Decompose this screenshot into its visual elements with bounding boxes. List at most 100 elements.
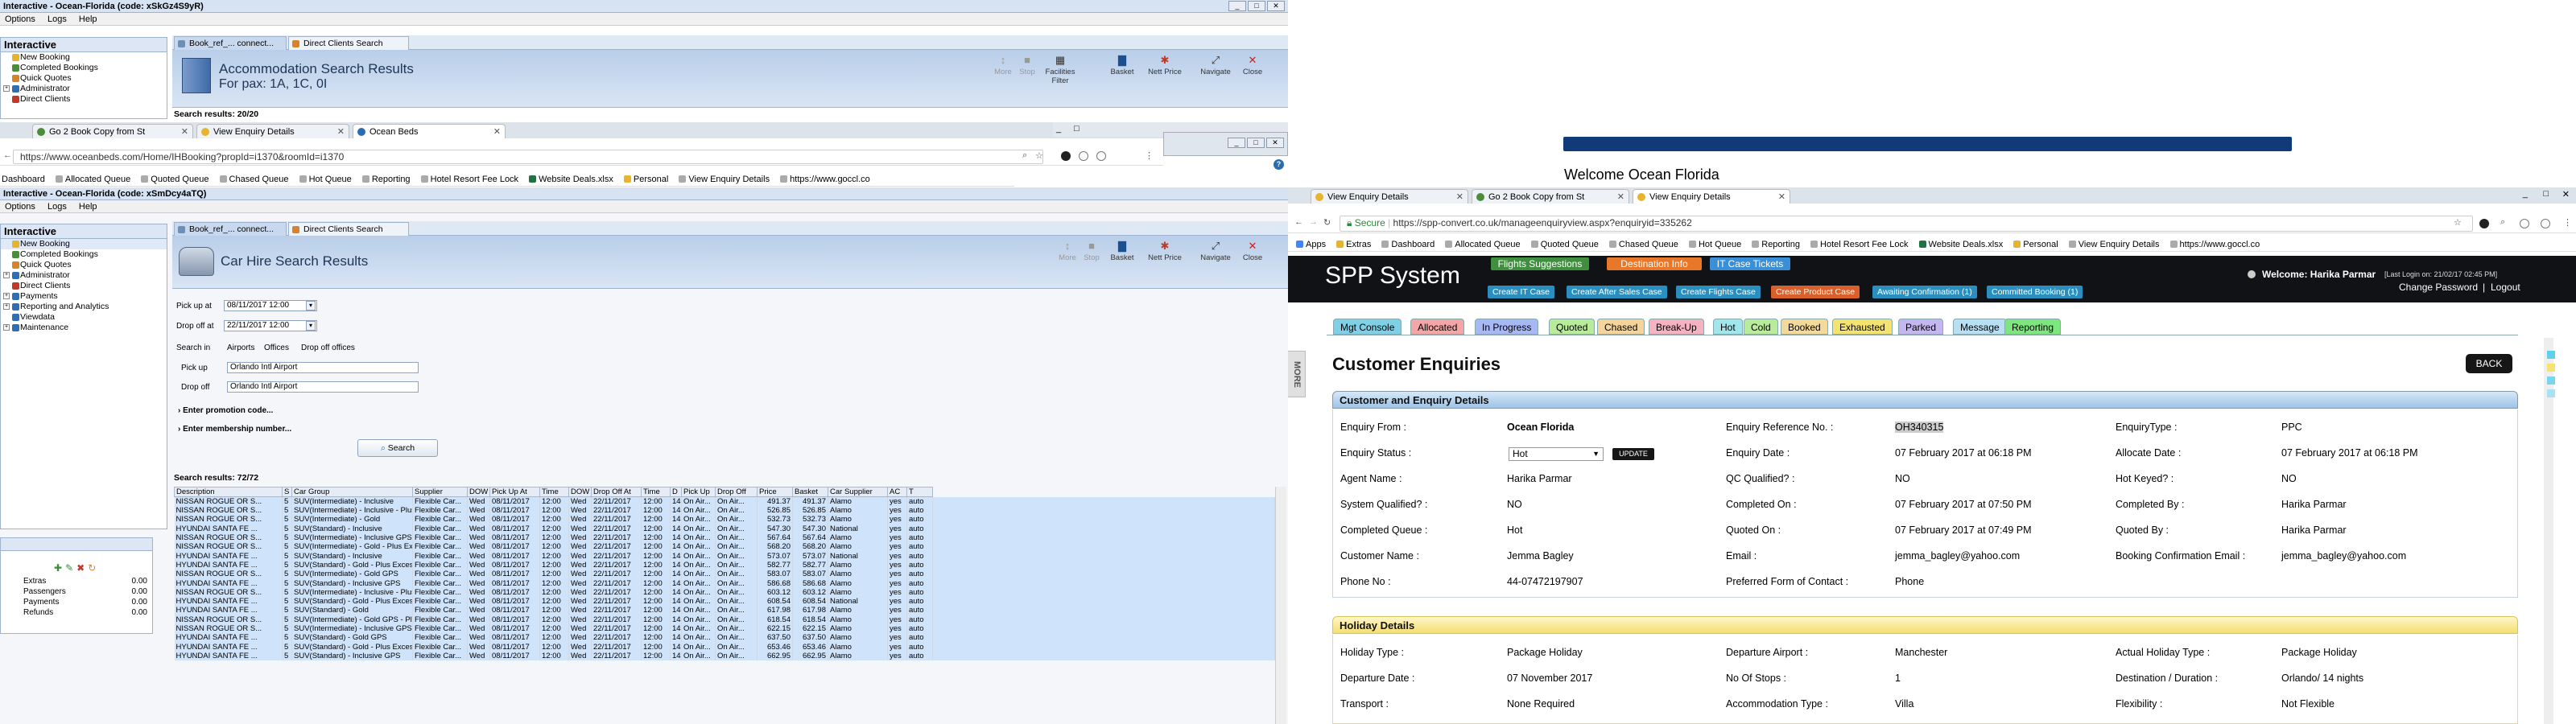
menu-logs[interactable]: Logs	[47, 202, 67, 212]
back-icon[interactable]: ←	[3, 150, 12, 160]
column-header[interactable]: T	[906, 487, 933, 497]
column-header[interactable]: Time	[641, 487, 671, 497]
tab-book-ref[interactable]: Book_ref_... connect...	[174, 222, 287, 236]
flights-suggestions-button[interactable]: Flights Suggestions	[1491, 257, 1589, 270]
nav-direct-clients[interactable]: Direct Clients	[1, 94, 167, 105]
queue-tab-break-up[interactable]: Break-Up	[1649, 319, 1704, 335]
column-header[interactable]: Drop Off At	[591, 487, 642, 497]
basket-button[interactable]: ▇ Basket	[1109, 55, 1135, 77]
table-row[interactable]: HYUNDAI SANTA FE ... 5 SUV(Standard) - Inc…	[174, 551, 1275, 561]
nav-administrator[interactable]: + Administrator	[1, 270, 167, 281]
extension-icon-2[interactable]	[2520, 219, 2529, 228]
column-header[interactable]: Supplier	[412, 487, 468, 497]
expand-icon[interactable]: +	[3, 324, 10, 331]
nav-completed-bookings[interactable]: Completed Bookings	[1, 63, 167, 73]
edit-icon[interactable]: ✎	[65, 562, 76, 574]
column-header[interactable]: Basket	[792, 487, 828, 497]
bookmark-chased[interactable]: Chased Queue	[219, 175, 289, 184]
minimize-icon[interactable]: _	[1228, 138, 1245, 148]
queue-tab-reporting[interactable]: Reporting	[2004, 319, 2062, 335]
table-row[interactable]: NISSAN ROGUE OR S... 5 SUV(Intermediate) -…	[174, 623, 1275, 634]
create-flights-case-button[interactable]: Create Flights Case	[1676, 286, 1761, 298]
browser-tab-go2book[interactable]: Go 2 Book Copy from St ✕	[1472, 189, 1629, 204]
extension-icon-3[interactable]	[2541, 219, 2550, 228]
navigate-button[interactable]: ⤢ Navigate	[1199, 241, 1232, 263]
queue-tab-message[interactable]: Message	[1953, 319, 2007, 335]
nav-quick-quotes[interactable]: Quick Quotes	[1, 260, 167, 270]
column-header[interactable]: Car Supplier	[828, 487, 888, 497]
restore-icon[interactable]: □	[1074, 124, 1080, 134]
create-after-sales-button[interactable]: Create After Sales Case	[1567, 286, 1667, 298]
maximize-icon[interactable]: □	[1248, 1, 1265, 11]
maximize-icon[interactable]: □	[1247, 138, 1265, 148]
bookmark-quoted[interactable]: Quoted Queue	[1530, 240, 1599, 249]
queue-tab-allocated[interactable]: Allocated	[1410, 319, 1465, 335]
extension-icon-3[interactable]	[1096, 151, 1106, 161]
nav-completed-bookings[interactable]: Completed Bookings	[1, 249, 167, 260]
bookmark-website-deals[interactable]: Website Deals.xlsx	[529, 175, 613, 184]
bookmark-extras[interactable]: Extras	[1336, 240, 1371, 249]
column-header[interactable]: DOW	[467, 487, 490, 497]
pickup-at-field[interactable]: 08/11/2017 12:00	[224, 300, 317, 311]
bookmark-personal[interactable]: Personal	[2013, 240, 2058, 249]
column-header[interactable]: S	[282, 487, 292, 497]
bookmark-goccl[interactable]: https://www.goccl.co	[780, 175, 870, 184]
expand-icon[interactable]: +	[3, 85, 10, 92]
column-header[interactable]: Pick Up At	[489, 487, 540, 497]
table-row[interactable]: HYUNDAI SANTA FE ... 5 SUV(Standard) - Gol…	[174, 633, 1275, 643]
search-icon[interactable]: ⌕	[2500, 217, 2505, 228]
stop-button[interactable]: ■ Stop	[1014, 55, 1040, 77]
queue-tab-booked[interactable]: Booked	[1781, 319, 1828, 335]
bookmark-hotel-resort[interactable]: Hotel Resort Fee Lock	[1810, 240, 1908, 249]
search-icon[interactable]: ⌕	[1022, 150, 1027, 161]
close-icon[interactable]: ✕	[1267, 1, 1285, 11]
nett-price-button[interactable]: ✱ Nett Price	[1146, 241, 1183, 263]
queue-tab-exhausted[interactable]: Exhausted	[1832, 319, 1893, 335]
update-button[interactable]: UPDATE	[1612, 448, 1654, 460]
pickup-location-select[interactable]: Orlando Intl Airport	[227, 362, 419, 373]
close-icon[interactable]: ✕	[2562, 189, 2570, 200]
table-row[interactable]: HYUNDAI SANTA FE ... 5 SUV(Standard) - Gol…	[174, 642, 1275, 652]
queue-tab-mgt-console[interactable]: Mgt Console	[1333, 319, 1402, 335]
bookmark-allocated[interactable]: Allocated Queue	[1445, 240, 1521, 249]
bookmark-apps[interactable]: Apps	[1296, 240, 1326, 249]
url-field-1[interactable]: https://www.oceanbeds.com/Home/IHBooking…	[13, 150, 1043, 164]
nav-new-booking[interactable]: New Booking	[1, 239, 167, 249]
column-header[interactable]: DOW	[568, 487, 592, 497]
nav-viewdata[interactable]: Viewdata	[1, 312, 167, 323]
restore-icon[interactable]: □	[2543, 189, 2549, 199]
tab-direct-clients-search[interactable]: Direct Clients Search	[288, 36, 409, 50]
table-row[interactable]: NISSAN ROGUE OR S... 5 SUV(Intermediate) -…	[174, 615, 1275, 624]
column-header[interactable]: D	[670, 487, 682, 497]
nav-direct-clients[interactable]: Direct Clients	[1, 281, 167, 291]
queue-tab-chased[interactable]: Chased	[1597, 319, 1645, 335]
table-row[interactable]: HYUNDAI SANTA FE ... 5 SUV(Standard) - Inc…	[174, 651, 1275, 661]
url-field-2[interactable]: 🔒︎ Secure | https://spp-convert.co.uk/ma…	[1340, 216, 2473, 232]
close-button[interactable]: ✕ Close	[1240, 55, 1265, 77]
menu-help[interactable]: Help	[79, 202, 97, 212]
facilities-filter-button[interactable]: ▦ Facilities Filter	[1040, 55, 1080, 86]
basket-button[interactable]: ▇ Basket	[1109, 241, 1135, 263]
calendar-dropdown-icon[interactable]: ▾	[306, 301, 316, 311]
expand-icon[interactable]: +	[3, 272, 10, 278]
column-header[interactable]: Pick Up	[681, 487, 716, 497]
nav-maintenance[interactable]: + Maintenance	[1, 323, 167, 333]
browser-tab-view-enquiry[interactable]: View Enquiry Details ✕	[196, 124, 349, 138]
column-header[interactable]: Time	[539, 487, 569, 497]
committed-booking-button[interactable]: Committed Booking (1)	[1987, 286, 2083, 298]
it-case-tickets-button[interactable]: IT Case Tickets	[1710, 257, 1790, 270]
table-row[interactable]: NISSAN ROGUE OR S... 5 SUV(Intermediate) -…	[174, 515, 1275, 524]
queue-tab-quoted[interactable]: Quoted	[1549, 319, 1596, 335]
bookmark-chased[interactable]: Chased Queue	[1608, 240, 1678, 249]
search-in-offices[interactable]: Offices	[264, 343, 289, 352]
table-row[interactable]: NISSAN ROGUE OR S... 5 SUV(Intermediate) -…	[174, 533, 1275, 543]
menu-options[interactable]: Options	[5, 14, 35, 24]
column-header[interactable]: Drop Off	[715, 487, 758, 497]
search-button[interactable]: ⌕ Search	[357, 439, 438, 457]
grid-scrollbar[interactable]	[1275, 487, 1286, 724]
search-in-dropoff-offices[interactable]: Drop off offices	[301, 343, 355, 352]
logout-link[interactable]: Logout	[2491, 282, 2520, 293]
nav-reporting[interactable]: + Reporting and Analytics	[1, 302, 167, 312]
bookmark-hot[interactable]: Hot Queue	[299, 175, 352, 184]
extension-icon-2[interactable]	[1079, 151, 1088, 161]
